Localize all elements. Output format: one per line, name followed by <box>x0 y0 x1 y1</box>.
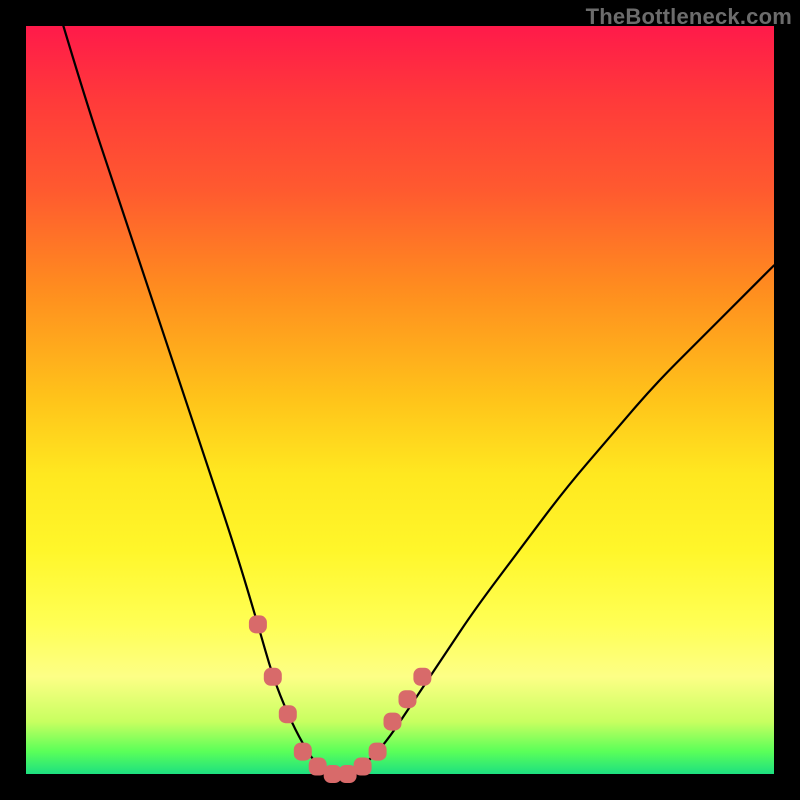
marker-point <box>294 743 312 761</box>
chart-frame: TheBottleneck.com <box>0 0 800 800</box>
watermark-text: TheBottleneck.com <box>586 4 792 30</box>
marker-point <box>384 713 402 731</box>
marker-point <box>399 690 417 708</box>
marker-point <box>249 615 267 633</box>
marker-point <box>354 758 372 776</box>
marker-point <box>279 705 297 723</box>
plot-area <box>26 26 774 774</box>
highlight-markers <box>249 615 432 783</box>
bottleneck-curve <box>63 26 774 774</box>
marker-point <box>413 668 431 686</box>
chart-svg <box>26 26 774 774</box>
marker-point <box>264 668 282 686</box>
marker-point <box>369 743 387 761</box>
